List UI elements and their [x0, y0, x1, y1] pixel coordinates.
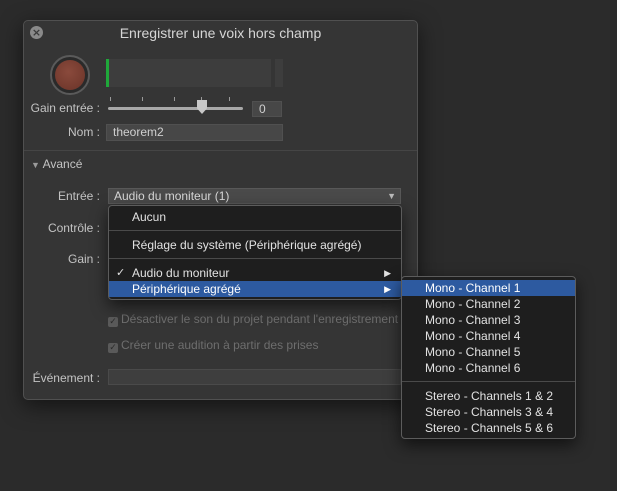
checkmark-icon: ✓ — [116, 266, 126, 279]
input-source-menu: Aucun Réglage du système (Périphérique a… — [108, 205, 402, 300]
event-label: Événement : — [32, 371, 100, 385]
menu-item-label: Périphérique agrégé — [132, 282, 241, 296]
input-label: Entrée : — [57, 189, 100, 203]
menu-item-monitor-audio[interactable]: ✓ Audio du moniteur ▶ — [109, 265, 401, 281]
disclosure-triangle-icon: ▼ — [31, 160, 40, 170]
menu-item-none[interactable]: Aucun — [109, 209, 401, 225]
menu-separator — [109, 258, 401, 259]
advanced-label: Avancé — [42, 157, 83, 171]
channel-submenu: Mono - Channel 1 Mono - Channel 2 Mono -… — [401, 276, 576, 439]
menu-item-mono-channel-2[interactable]: Mono - Channel 2 — [402, 296, 575, 312]
checkbox-checked-icon: ✓ — [108, 343, 118, 353]
menu-item-label: Aucun — [132, 210, 167, 224]
menu-item-label: Mono - Channel 2 — [425, 297, 521, 311]
name-field[interactable]: theorem2 — [106, 124, 283, 141]
menu-item-label: Stereo - Channels 5 & 6 — [425, 421, 554, 435]
record-button[interactable] — [50, 55, 90, 95]
event-popup[interactable] — [108, 369, 401, 385]
menu-item-label: Audio du moniteur — [132, 266, 230, 280]
menu-item-label: Stereo - Channels 3 & 4 — [425, 405, 554, 419]
dialog-title: Enregistrer une voix hors champ — [119, 25, 322, 41]
slider-tick — [142, 97, 143, 101]
divider — [24, 150, 417, 151]
name-label: Nom : — [67, 125, 100, 139]
menu-separator — [402, 381, 575, 382]
checkbox-checked-icon: ✓ — [108, 317, 118, 327]
menu-item-mono-channel-6[interactable]: Mono - Channel 6 — [402, 360, 575, 376]
menu-item-label: Mono - Channel 5 — [425, 345, 521, 359]
menu-item-aggregate-device[interactable]: Périphérique agrégé ▶ — [109, 281, 401, 297]
gain-input-label: Gain entrée : — [30, 101, 100, 115]
advanced-disclosure[interactable]: ▼ Avancé — [31, 157, 82, 171]
submenu-arrow-icon: ▶ — [384, 268, 391, 278]
record-icon — [55, 60, 85, 90]
menu-item-mono-channel-5[interactable]: Mono - Channel 5 — [402, 344, 575, 360]
menu-item-mono-channel-1[interactable]: Mono - Channel 1 — [402, 280, 575, 296]
gain-slider[interactable] — [108, 107, 243, 110]
slider-tick — [110, 97, 111, 101]
level-meter-fill — [106, 59, 109, 87]
menu-item-label: Mono - Channel 1 — [425, 281, 521, 295]
gain-slider-knob[interactable] — [197, 100, 207, 114]
menu-item-label: Réglage du système (Périphérique agrégé) — [132, 238, 362, 252]
menu-item-mono-channel-4[interactable]: Mono - Channel 4 — [402, 328, 575, 344]
mute-project-checkbox[interactable]: ✓ Désactiver le son du projet pendant l'e… — [108, 312, 398, 327]
menu-item-stereo-3-4[interactable]: Stereo - Channels 3 & 4 — [402, 404, 575, 420]
menu-item-system-setting[interactable]: Réglage du système (Périphérique agrégé) — [109, 237, 401, 253]
slider-tick — [174, 97, 175, 101]
menu-separator — [109, 230, 401, 231]
menu-item-label: Mono - Channel 4 — [425, 329, 521, 343]
menu-item-label: Mono - Channel 3 — [425, 313, 521, 327]
gain-label: Gain : — [67, 252, 100, 266]
menu-item-stereo-1-2[interactable]: Stereo - Channels 1 & 2 — [402, 388, 575, 404]
menu-item-label: Mono - Channel 6 — [425, 361, 521, 375]
level-meter — [106, 59, 271, 87]
gain-value-field[interactable]: 0 — [252, 101, 282, 117]
menu-item-stereo-5-6[interactable]: Stereo - Channels 5 & 6 — [402, 420, 575, 436]
input-popup[interactable]: Audio du moniteur (1) ▼ — [108, 188, 401, 204]
input-popup-value: Audio du moniteur (1) — [114, 189, 230, 203]
submenu-arrow-icon: ▶ — [384, 284, 391, 294]
mute-project-label: Désactiver le son du projet pendant l'en… — [121, 312, 399, 326]
menu-item-mono-channel-3[interactable]: Mono - Channel 3 — [402, 312, 575, 328]
create-audition-checkbox[interactable]: ✓ Créer une audition à partir des prises — [108, 338, 318, 353]
slider-tick — [229, 97, 230, 101]
level-meter-peak — [275, 59, 283, 87]
title-bar[interactable]: × Enregistrer une voix hors champ — [24, 21, 417, 45]
monitor-label: Contrôle : — [47, 221, 100, 235]
popup-arrow-icon: ▼ — [387, 191, 396, 201]
menu-item-label: Stereo - Channels 1 & 2 — [425, 389, 554, 403]
create-audition-label: Créer une audition à partir des prises — [121, 338, 319, 352]
